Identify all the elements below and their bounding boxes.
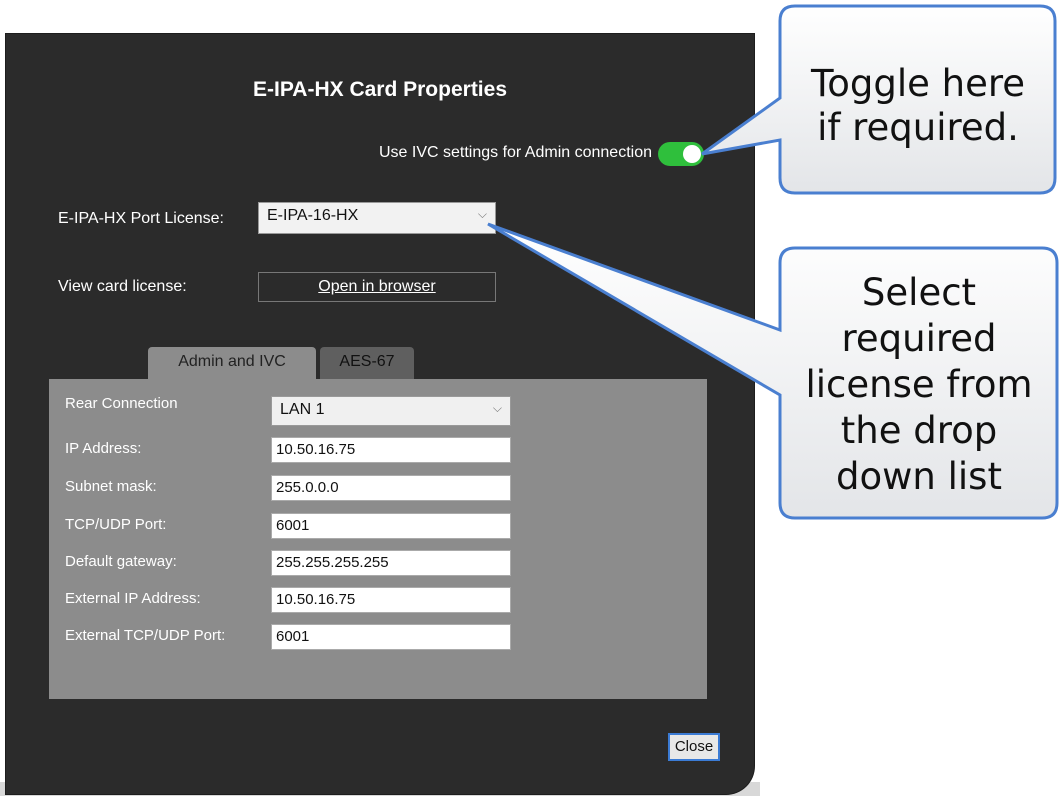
toggle-callout-text: Toggle here if required. xyxy=(790,62,1046,150)
callout-line: the drop xyxy=(840,409,998,452)
callout-line: license from xyxy=(805,363,1033,406)
callout-line: required xyxy=(841,317,997,360)
callout-line: Select xyxy=(861,271,977,314)
license-callout-text: Select required license from the drop do… xyxy=(784,270,1054,500)
callout-line: Toggle here xyxy=(810,62,1026,105)
callout-line: down list xyxy=(836,455,1002,498)
callout-line: if required. xyxy=(817,106,1019,149)
